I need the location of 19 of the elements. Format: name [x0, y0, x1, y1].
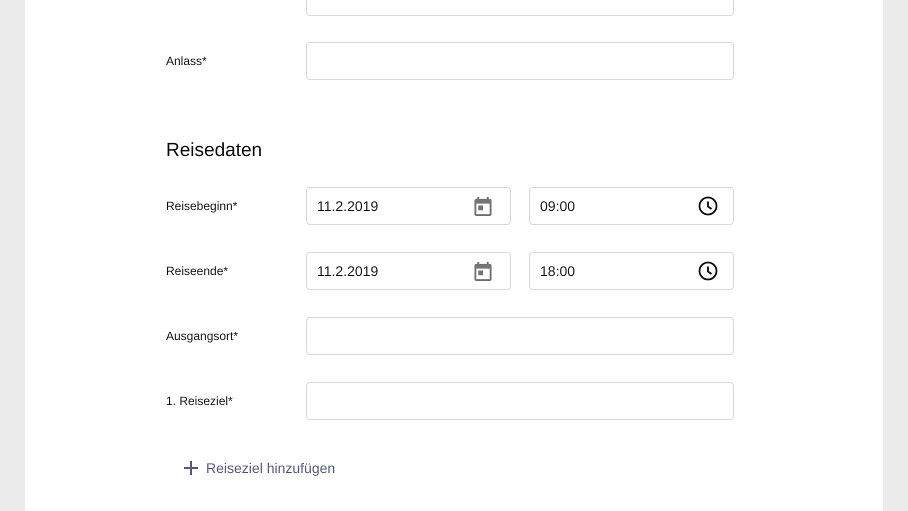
field-label: Reisebeginn* [166, 198, 238, 215]
clock-icon[interactable] [698, 261, 718, 281]
time-field[interactable]: 09:00 [529, 187, 734, 225]
add-destination-button[interactable]: Reiseziel hinzufügen [178, 452, 342, 484]
input-field[interactable] [306, 317, 734, 355]
field-label: Ausgangsort* [166, 328, 240, 345]
date-field[interactable]: 11.2.2019 [306, 252, 511, 290]
input-field[interactable] [306, 382, 734, 420]
input-field[interactable] [306, 42, 734, 80]
field-label: Anlass* [166, 53, 208, 70]
clock-icon[interactable] [698, 196, 718, 216]
field-label: 1. Reiseziel* [166, 393, 234, 410]
time-field[interactable]: 18:00 [529, 252, 734, 290]
date-field[interactable]: 11.2.2019 [306, 187, 511, 225]
field-label: Reiseende* [166, 263, 230, 280]
calendar-icon[interactable] [474, 261, 492, 281]
section-heading: Reisedaten [166, 139, 262, 163]
plus-icon [184, 461, 198, 475]
calendar-icon[interactable] [474, 196, 492, 216]
